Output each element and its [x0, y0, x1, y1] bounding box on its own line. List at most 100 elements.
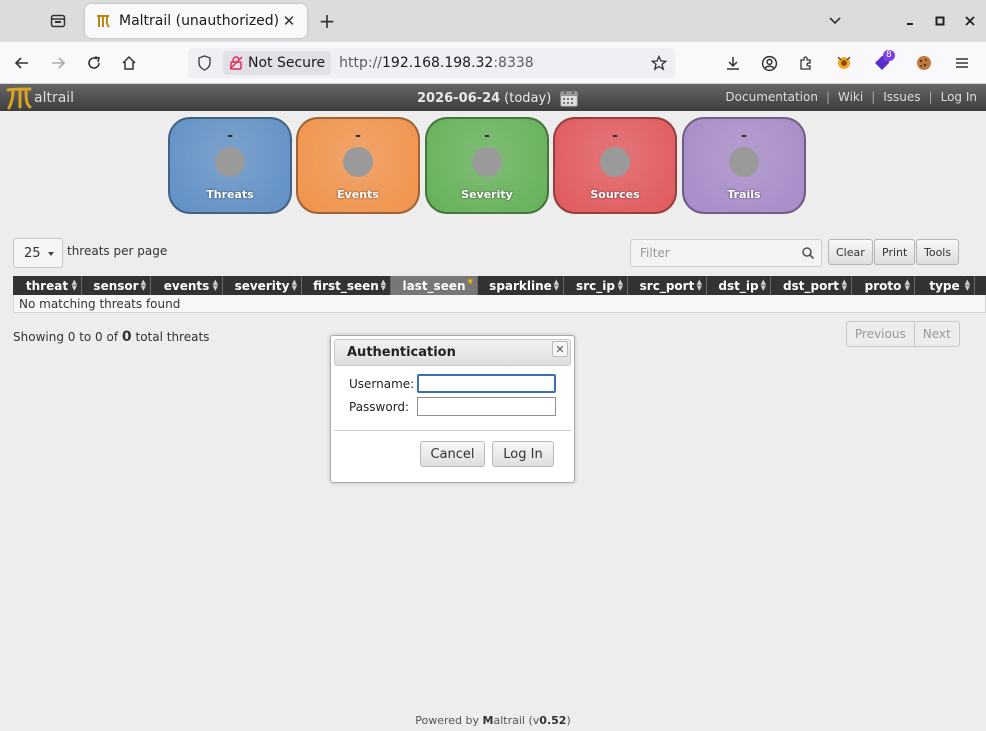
showing-suffix: total threats [135, 330, 210, 344]
list-all-tabs-icon[interactable] [822, 8, 848, 34]
column-threat[interactable]: threat ▲ ▼ [13, 276, 82, 295]
home-icon[interactable] [115, 49, 143, 77]
sort-icon: ▲ ▼ [964, 278, 970, 292]
reload-icon[interactable] [80, 49, 108, 77]
column-events[interactable]: events ▲ ▼ [151, 276, 223, 295]
link-issues[interactable]: Issues [883, 90, 920, 104]
print-button[interactable]: Print [874, 239, 916, 265]
stat-threats[interactable]: - Threats [168, 117, 292, 214]
cookie-extension-icon[interactable] [830, 49, 858, 77]
column-truncated[interactable]: t [975, 276, 986, 295]
active-tab[interactable]: Maltrail (unauthorized) ✕ [85, 4, 307, 38]
link-wiki[interactable]: Wiki [838, 90, 863, 104]
extensions-icon[interactable] [792, 49, 820, 77]
maximize-icon[interactable] [927, 8, 953, 34]
password-label: Password: [349, 400, 410, 414]
previous-button[interactable]: Previous [847, 322, 914, 346]
column-last-seen[interactable]: last_seen ▼ [391, 276, 478, 295]
column-label: sensor [93, 278, 139, 293]
maltrail-header: altrail 2026-06-24 (today) Documentation… [0, 84, 986, 111]
stat-events[interactable]: - Events [296, 117, 420, 214]
table-info: Showing 0 to 0 of 0 total threats [13, 329, 209, 345]
header-links: Documentation | Wiki | Issues | Log In [725, 90, 977, 104]
table-empty-row: No matching threats found [13, 295, 986, 313]
column-type[interactable]: type ▲ ▼ [915, 276, 975, 295]
clear-button[interactable]: Clear [828, 239, 873, 265]
not-secure-badge[interactable]: Not Secure [223, 51, 332, 75]
url-scheme: http:// [339, 55, 382, 71]
firefox-view-button[interactable] [44, 8, 72, 34]
new-tab-icon[interactable]: + [314, 8, 340, 34]
login-button[interactable]: Log In [492, 441, 554, 467]
username-label: Username: [349, 377, 415, 391]
not-secure-label: Not Secure [248, 55, 326, 71]
column-first-seen[interactable]: first_seen ▲ ▼ [302, 276, 391, 295]
cookie-icon[interactable] [910, 49, 938, 77]
account-icon[interactable] [755, 49, 783, 77]
stat-label: Events [337, 188, 379, 201]
bookmark-star-icon[interactable] [651, 55, 667, 71]
separator: | [871, 90, 876, 104]
stat-indicator [729, 147, 759, 177]
column-proto[interactable]: proto ▲ ▼ [852, 276, 915, 295]
minimize-icon[interactable] [897, 8, 923, 34]
calendar-icon[interactable] [559, 88, 579, 108]
footer-brand: altrail [493, 714, 525, 727]
per-page-select[interactable]: 25 [13, 238, 63, 268]
tab-close-icon[interactable]: ✕ [279, 11, 299, 31]
column-sensor[interactable]: sensor ▲ ▼ [82, 276, 151, 295]
dialog-titlebar[interactable]: Authentication [334, 339, 571, 366]
dialog-divider [334, 430, 571, 431]
tag-extension-icon[interactable]: 8 [869, 49, 897, 77]
column-severity[interactable]: severity ▲ ▼ [223, 276, 302, 295]
column-src-port[interactable]: src_port ▲ ▼ [628, 276, 707, 295]
per-page-label: threats per page [67, 244, 168, 258]
filter-input[interactable] [631, 240, 791, 266]
close-window-icon[interactable] [957, 8, 983, 34]
shield-icon[interactable] [197, 55, 212, 71]
column-sparkline[interactable]: sparkline ▲ ▼ [478, 276, 564, 295]
forward-icon[interactable] [44, 49, 72, 77]
downloads-icon[interactable] [719, 49, 747, 77]
stat-indicator [215, 147, 245, 177]
sort-icon: ▲ ▼ [696, 278, 702, 292]
column-dst-port[interactable]: dst_port ▲ ▼ [771, 276, 852, 295]
close-icon[interactable]: ✕ [552, 341, 568, 357]
search-icon[interactable] [801, 246, 815, 260]
menu-icon[interactable] [948, 49, 976, 77]
url-bar[interactable]: Not Secure http://192.168.198.32:8338 [188, 48, 675, 78]
sort-icon: ▲ ▼ [760, 278, 766, 292]
stat-trails[interactable]: - Trails [682, 117, 806, 214]
username-field[interactable] [417, 374, 556, 393]
url-text[interactable]: http://192.168.198.32:8338 [339, 55, 534, 71]
back-icon[interactable] [8, 49, 36, 77]
stat-label: Threats [206, 188, 254, 201]
maltrail-favicon-icon [97, 15, 110, 28]
sort-icon: ▲ ▼ [904, 278, 910, 292]
date-selector[interactable]: 2026-06-24 (today) [417, 88, 579, 108]
maltrail-logo[interactable]: altrail [6, 86, 74, 110]
column-label: threat [25, 278, 69, 293]
sort-icon: ▲ ▼ [71, 278, 77, 292]
stat-value: - [227, 128, 233, 144]
stat-sources[interactable]: - Sources [553, 117, 677, 214]
cancel-button[interactable]: Cancel [420, 441, 485, 467]
next-button[interactable]: Next [913, 322, 959, 346]
stat-severity[interactable]: - Severity [425, 117, 549, 214]
threats-table-header: threat ▲ ▼ sensor ▲ ▼ events ▲ ▼ severity ▲ ▼ fi… [13, 276, 986, 295]
column-dst-ip[interactable]: dst_ip ▲ ▼ [707, 276, 771, 295]
url-host: 192.168.198.32 [382, 55, 494, 71]
column-label: type [929, 278, 960, 293]
column-src-ip[interactable]: src_ip ▲ ▼ [564, 276, 628, 295]
column-label: dst_ip [718, 278, 759, 293]
password-field[interactable] [417, 397, 556, 416]
link-login[interactable]: Log In [941, 90, 977, 104]
empty-message: No matching threats found [19, 296, 181, 311]
logo-text: altrail [34, 90, 75, 106]
column-label: src_ip [576, 278, 615, 293]
filter-box [630, 239, 822, 267]
tools-button[interactable]: Tools [916, 239, 960, 265]
link-documentation[interactable]: Documentation [725, 90, 818, 104]
column-label: last_seen [402, 278, 466, 293]
stat-value: - [484, 128, 490, 144]
